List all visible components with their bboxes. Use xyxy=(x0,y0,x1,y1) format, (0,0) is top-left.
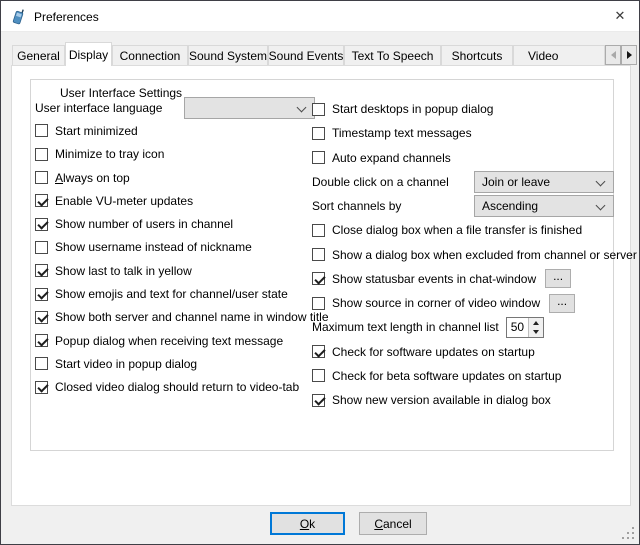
checkbox[interactable] xyxy=(35,148,48,161)
tab-text-to-speech[interactable]: Text To Speech xyxy=(344,45,441,65)
checkbox[interactable] xyxy=(312,224,325,237)
checkbox[interactable] xyxy=(312,369,325,382)
checkbox-row[interactable]: Start minimized xyxy=(35,119,315,142)
checkbox-row[interactable]: Show a dialog box when excluded from cha… xyxy=(312,243,614,267)
tab-scrollers xyxy=(605,45,637,65)
spin-down-button[interactable] xyxy=(529,327,543,337)
checkbox[interactable] xyxy=(312,248,325,261)
spin-up-button[interactable] xyxy=(529,318,543,328)
tab-sound-system[interactable]: Sound System xyxy=(188,45,268,65)
display-tab-page: User Interface Settings User interface l… xyxy=(11,65,631,506)
double-click-row: Double click on a channel Join or leave xyxy=(312,170,614,194)
window-title: Preferences xyxy=(34,10,99,24)
checkbox-row[interactable]: Closed video dialog should return to vid… xyxy=(35,376,315,399)
tab-general[interactable]: General xyxy=(12,45,65,65)
checkbox-row[interactable]: Close dialog box when a file transfer is… xyxy=(312,218,614,242)
checkbox[interactable] xyxy=(35,218,48,231)
tab-connection[interactable]: Connection xyxy=(112,45,188,65)
checkbox[interactable] xyxy=(312,297,325,310)
checkbox-row[interactable]: Show number of users in channel xyxy=(35,212,315,235)
checkbox[interactable] xyxy=(312,394,325,407)
checkbox[interactable] xyxy=(35,264,48,277)
tab-sound-events[interactable]: Sound Events xyxy=(268,45,344,65)
sort-channels-row: Sort channels by Ascending xyxy=(312,194,614,218)
ok-button[interactable]: Ok xyxy=(270,512,345,535)
max-text-length-row: Maximum text length in channel list 50 xyxy=(312,315,614,339)
video-source-more-button[interactable]: ... xyxy=(549,294,575,313)
checkbox[interactable] xyxy=(35,171,48,184)
spinbox-value[interactable]: 50 xyxy=(507,318,528,337)
statusbar-events-row[interactable]: Show statusbar events in chat-window ... xyxy=(312,267,614,291)
checkbox-row[interactable]: Show username instead of nickname xyxy=(35,236,315,259)
right-column: Start desktops in popup dialog Timestamp… xyxy=(312,97,614,412)
checkbox-row[interactable]: Start desktops in popup dialog xyxy=(312,97,614,121)
checkbox-row[interactable]: Popup dialog when receiving text message xyxy=(35,329,315,352)
max-text-length-spinbox[interactable]: 50 xyxy=(506,317,544,338)
language-row: User interface language xyxy=(35,96,315,119)
ellipsis-icon: ... xyxy=(557,294,567,308)
chevron-down-icon xyxy=(297,102,307,112)
double-click-label: Double click on a channel xyxy=(312,175,474,189)
checkbox[interactable] xyxy=(35,124,48,137)
statusbar-events-more-button[interactable]: ... xyxy=(545,269,571,288)
tab-video[interactable]: Video xyxy=(513,45,605,65)
title-bar[interactable]: Preferences ✕ xyxy=(1,1,639,32)
chevron-down-icon xyxy=(596,201,606,211)
checkbox[interactable] xyxy=(35,241,48,254)
spin-buttons xyxy=(528,318,543,337)
checkbox-row[interactable]: Enable VU-meter updates xyxy=(35,189,315,212)
app-icon xyxy=(10,8,27,25)
grip-dots-icon xyxy=(632,527,634,529)
checkbox[interactable] xyxy=(35,334,48,347)
sort-channels-select[interactable]: Ascending xyxy=(474,195,614,217)
cancel-button[interactable]: Cancel xyxy=(359,512,427,535)
checkbox[interactable] xyxy=(35,381,48,394)
language-select[interactable] xyxy=(184,97,315,119)
checkbox-row[interactable]: Show both server and channel name in win… xyxy=(35,306,315,329)
checkbox-row[interactable]: Auto expand channels xyxy=(312,146,614,170)
checkbox-row[interactable]: Timestamp text messages xyxy=(312,121,614,145)
checkbox-row[interactable]: Show emojis and text for channel/user st… xyxy=(35,282,315,305)
checkbox-row[interactable]: Check for software updates on startup xyxy=(312,340,614,364)
checkbox[interactable] xyxy=(312,272,325,285)
checkbox[interactable] xyxy=(35,311,48,324)
triangle-up-icon xyxy=(533,321,539,325)
close-icon: ✕ xyxy=(615,8,626,24)
checkbox[interactable] xyxy=(312,345,325,358)
checkbox-row[interactable]: Minimize to tray icon xyxy=(35,143,315,166)
checkbox-row[interactable]: Show new version available in dialog box xyxy=(312,388,614,412)
triangle-down-icon xyxy=(533,330,539,334)
resize-grip[interactable] xyxy=(621,527,634,540)
chevron-right-icon xyxy=(627,51,632,59)
video-source-row[interactable]: Show source in corner of video window ..… xyxy=(312,291,614,315)
language-label: User interface language xyxy=(35,101,184,115)
checkbox-row[interactable]: Always on top xyxy=(35,166,315,189)
sort-channels-label: Sort channels by xyxy=(312,199,474,213)
left-column: User interface language Start minimized … xyxy=(35,96,315,399)
close-button[interactable]: ✕ xyxy=(603,1,637,31)
chevron-down-icon xyxy=(596,176,606,186)
checkbox[interactable] xyxy=(35,194,48,207)
checkbox-row[interactable]: Show last to talk in yellow xyxy=(35,259,315,282)
max-text-length-label: Maximum text length in channel list xyxy=(312,320,499,334)
tab-display[interactable]: Display xyxy=(65,42,112,66)
tab-scroll-right-button[interactable] xyxy=(621,45,637,65)
tab-shortcuts[interactable]: Shortcuts xyxy=(441,45,513,65)
ellipsis-icon: ... xyxy=(553,269,563,283)
preferences-dialog: Preferences ✕ General Display Connection… xyxy=(0,0,640,545)
checkbox-row[interactable]: Start video in popup dialog xyxy=(35,352,315,375)
double-click-select[interactable]: Join or leave xyxy=(474,171,614,193)
tab-scroll-left-button[interactable] xyxy=(605,45,621,65)
checkbox-row[interactable]: Check for beta software updates on start… xyxy=(312,364,614,388)
checkbox[interactable] xyxy=(312,151,325,164)
checkbox[interactable] xyxy=(35,357,48,370)
checkbox[interactable] xyxy=(35,288,48,301)
chevron-left-icon xyxy=(611,51,616,59)
checkbox[interactable] xyxy=(312,103,325,116)
checkbox[interactable] xyxy=(312,127,325,140)
